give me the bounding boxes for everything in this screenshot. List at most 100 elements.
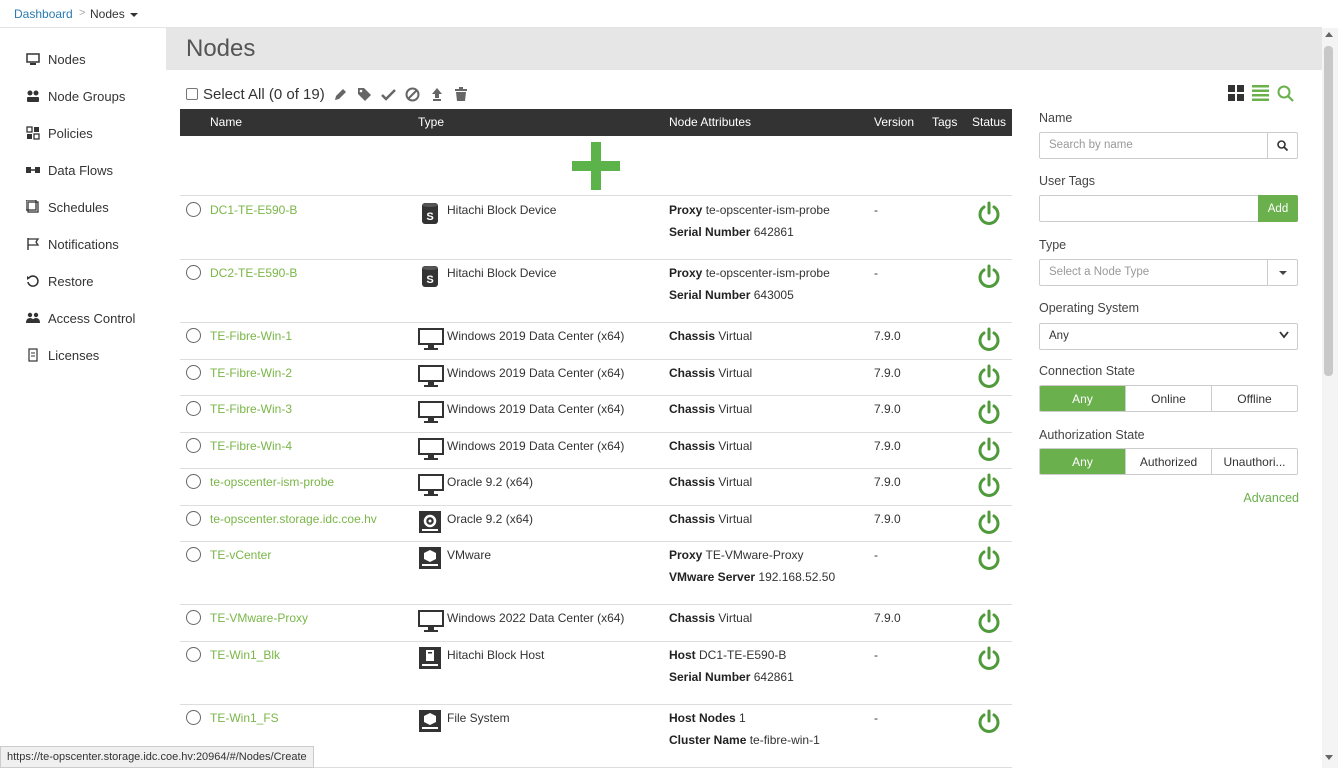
- authorize-check-icon[interactable]: [381, 86, 397, 102]
- table-row[interactable]: TE-Fibre-Win-2 Windows 2019 Data Center (…: [180, 360, 1012, 396]
- monitor-icon: [418, 437, 444, 461]
- row-select-radio[interactable]: [186, 364, 201, 380]
- table-row[interactable]: te-opscenter-ism-probe Oracle 9.2 (x64) Ch…: [180, 469, 1012, 506]
- table-row[interactable]: DC1-TE-E590-B S Hitachi Block Device Proxy …: [180, 197, 1012, 260]
- add-node-plus-icon[interactable]: [572, 142, 620, 190]
- table-row[interactable]: TE-Fibre-Win-4 Windows 2019 Data Center (…: [180, 433, 1012, 469]
- table-row[interactable]: TE-Win1_Blk Hitachi Block Host Host DC1-TE…: [180, 642, 1012, 705]
- row-select-radio[interactable]: [186, 437, 201, 453]
- sidebar-item-node-groups[interactable]: Node Groups: [26, 85, 125, 107]
- page-scrollbar[interactable]: [1322, 28, 1338, 768]
- upgrade-arrow-icon[interactable]: [429, 86, 445, 102]
- row-select-radio[interactable]: [186, 401, 201, 416]
- trash-icon[interactable]: [453, 86, 469, 102]
- row-select-radio[interactable]: [186, 646, 201, 662]
- power-status-icon[interactable]: [976, 709, 1002, 735]
- name-search-input[interactable]: Search by name: [1039, 132, 1298, 159]
- sidebar-item-access-control[interactable]: Access Control: [26, 307, 135, 329]
- row-select-radio[interactable]: [186, 265, 201, 280]
- search-icon[interactable]: [1267, 133, 1297, 158]
- node-name-link[interactable]: DC1-TE-E590-B: [210, 203, 297, 217]
- scroll-up-arrow-icon[interactable]: [1325, 32, 1333, 37]
- node-name-link[interactable]: DC2-TE-E590-B: [210, 266, 297, 280]
- node-name-link[interactable]: TE-Fibre-Win-4: [210, 439, 292, 453]
- table-row[interactable]: TE-vCenter VMware Proxy TE-VMware-Proxy VMw…: [180, 542, 1012, 605]
- node-attribute: VMware Server 192.168.52.50: [669, 570, 835, 584]
- sidebar-item-label: Node Groups: [48, 88, 126, 104]
- power-status-icon[interactable]: [976, 201, 1002, 227]
- node-name-link[interactable]: TE-vCenter: [210, 548, 271, 562]
- authorization-unauthorized-option[interactable]: Unauthori...: [1212, 449, 1297, 474]
- node-name-link[interactable]: TE-Win1_FS: [210, 711, 279, 725]
- node-name-link[interactable]: TE-VMware-Proxy: [210, 611, 308, 625]
- power-status-icon[interactable]: [976, 609, 1002, 635]
- user-tags-input[interactable]: [1039, 195, 1259, 222]
- node-name-link[interactable]: te-opscenter.storage.idc.coe.hv: [210, 512, 377, 526]
- filter-panel: Name Search by name User Tags Add Type S…: [1039, 108, 1299, 528]
- table-row[interactable]: DC2-TE-E590-B S Hitachi Block Device Proxy …: [180, 260, 1012, 323]
- schedules-icon: [26, 200, 40, 214]
- power-status-icon[interactable]: [976, 437, 1002, 463]
- search-filter-icon[interactable]: [1277, 85, 1294, 102]
- breadcrumb-nodes-dropdown[interactable]: Nodes: [90, 7, 138, 21]
- row-select-radio[interactable]: [186, 610, 201, 625]
- power-status-icon[interactable]: [976, 264, 1002, 290]
- select-all-label[interactable]: Select All (0 of 19): [203, 86, 325, 103]
- os-select[interactable]: Any: [1039, 323, 1298, 350]
- table-row[interactable]: TE-Fibre-Win-3 Windows 2019 Data Center (…: [180, 396, 1012, 433]
- edit-icon[interactable]: [333, 86, 349, 102]
- column-header-version[interactable]: Version: [874, 115, 914, 129]
- sidebar-item-notifications[interactable]: Notifications: [26, 233, 119, 255]
- list-view-icon[interactable]: [1252, 85, 1269, 102]
- node-name-link[interactable]: TE-Fibre-Win-2: [210, 366, 292, 380]
- breadcrumb: Dashboard > Nodes: [0, 0, 1322, 28]
- column-header-name[interactable]: Name: [210, 115, 242, 129]
- block-icon[interactable]: [405, 86, 421, 102]
- scrollbar-thumb[interactable]: [1324, 46, 1333, 376]
- power-status-icon[interactable]: [976, 327, 1002, 353]
- node-name-link[interactable]: TE-Fibre-Win-3: [210, 402, 292, 416]
- sidebar-item-schedules[interactable]: Schedules: [26, 196, 109, 218]
- table-row[interactable]: te-opscenter.storage.idc.coe.hv Oracle 9.…: [180, 506, 1012, 542]
- table-row[interactable]: TE-Fibre-Win-1 Windows 2019 Data Center (…: [180, 323, 1012, 360]
- select-all-checkbox[interactable]: [186, 88, 198, 100]
- tag-icon[interactable]: [357, 86, 373, 102]
- row-select-radio[interactable]: [186, 328, 201, 343]
- scroll-down-arrow-icon[interactable]: [1325, 755, 1333, 760]
- row-select-radio[interactable]: [186, 474, 201, 489]
- svg-text:S: S: [426, 211, 433, 223]
- add-tag-button[interactable]: Add: [1258, 195, 1298, 222]
- row-select-radio[interactable]: [186, 510, 201, 526]
- power-status-icon[interactable]: [976, 546, 1002, 572]
- sidebar-item-licenses[interactable]: Licenses: [26, 344, 99, 366]
- chevron-down-icon[interactable]: [1267, 260, 1297, 285]
- connection-offline-option[interactable]: Offline: [1212, 386, 1297, 411]
- connection-online-option[interactable]: Online: [1126, 386, 1212, 411]
- power-status-icon[interactable]: [976, 510, 1002, 536]
- block-host-icon: [418, 646, 442, 670]
- power-status-icon[interactable]: [976, 646, 1002, 672]
- row-select-radio[interactable]: [186, 547, 201, 562]
- sidebar-item-nodes[interactable]: Nodes: [26, 48, 86, 70]
- power-status-icon[interactable]: [976, 400, 1002, 426]
- sidebar-item-data-flows[interactable]: Data Flows: [26, 159, 113, 181]
- column-header-type[interactable]: Type: [418, 115, 444, 129]
- grid-view-icon[interactable]: [1228, 85, 1244, 102]
- power-status-icon[interactable]: [976, 364, 1002, 390]
- node-name-link[interactable]: TE-Fibre-Win-1: [210, 329, 292, 343]
- power-status-icon[interactable]: [976, 473, 1002, 499]
- row-select-radio[interactable]: [186, 202, 201, 217]
- sidebar-item-policies[interactable]: Policies: [26, 122, 93, 144]
- breadcrumb-dashboard-link[interactable]: Dashboard: [14, 7, 73, 21]
- advanced-filters-link[interactable]: Advanced: [1243, 491, 1299, 505]
- table-row[interactable]: TE-VMware-Proxy Windows 2022 Data Center …: [180, 605, 1012, 642]
- node-name-link[interactable]: te-opscenter-ism-probe: [210, 475, 334, 489]
- connection-any-option[interactable]: Any: [1040, 386, 1126, 411]
- node-name-link[interactable]: TE-Win1_Blk: [210, 648, 280, 662]
- node-type-select[interactable]: Select a Node Type: [1039, 259, 1298, 286]
- row-select-radio[interactable]: [186, 709, 201, 725]
- sidebar-item-restore[interactable]: Restore: [26, 270, 94, 292]
- authorization-authorized-option[interactable]: Authorized: [1126, 449, 1212, 474]
- authorization-any-option[interactable]: Any: [1040, 449, 1126, 474]
- column-header-status[interactable]: Status: [972, 115, 1006, 129]
